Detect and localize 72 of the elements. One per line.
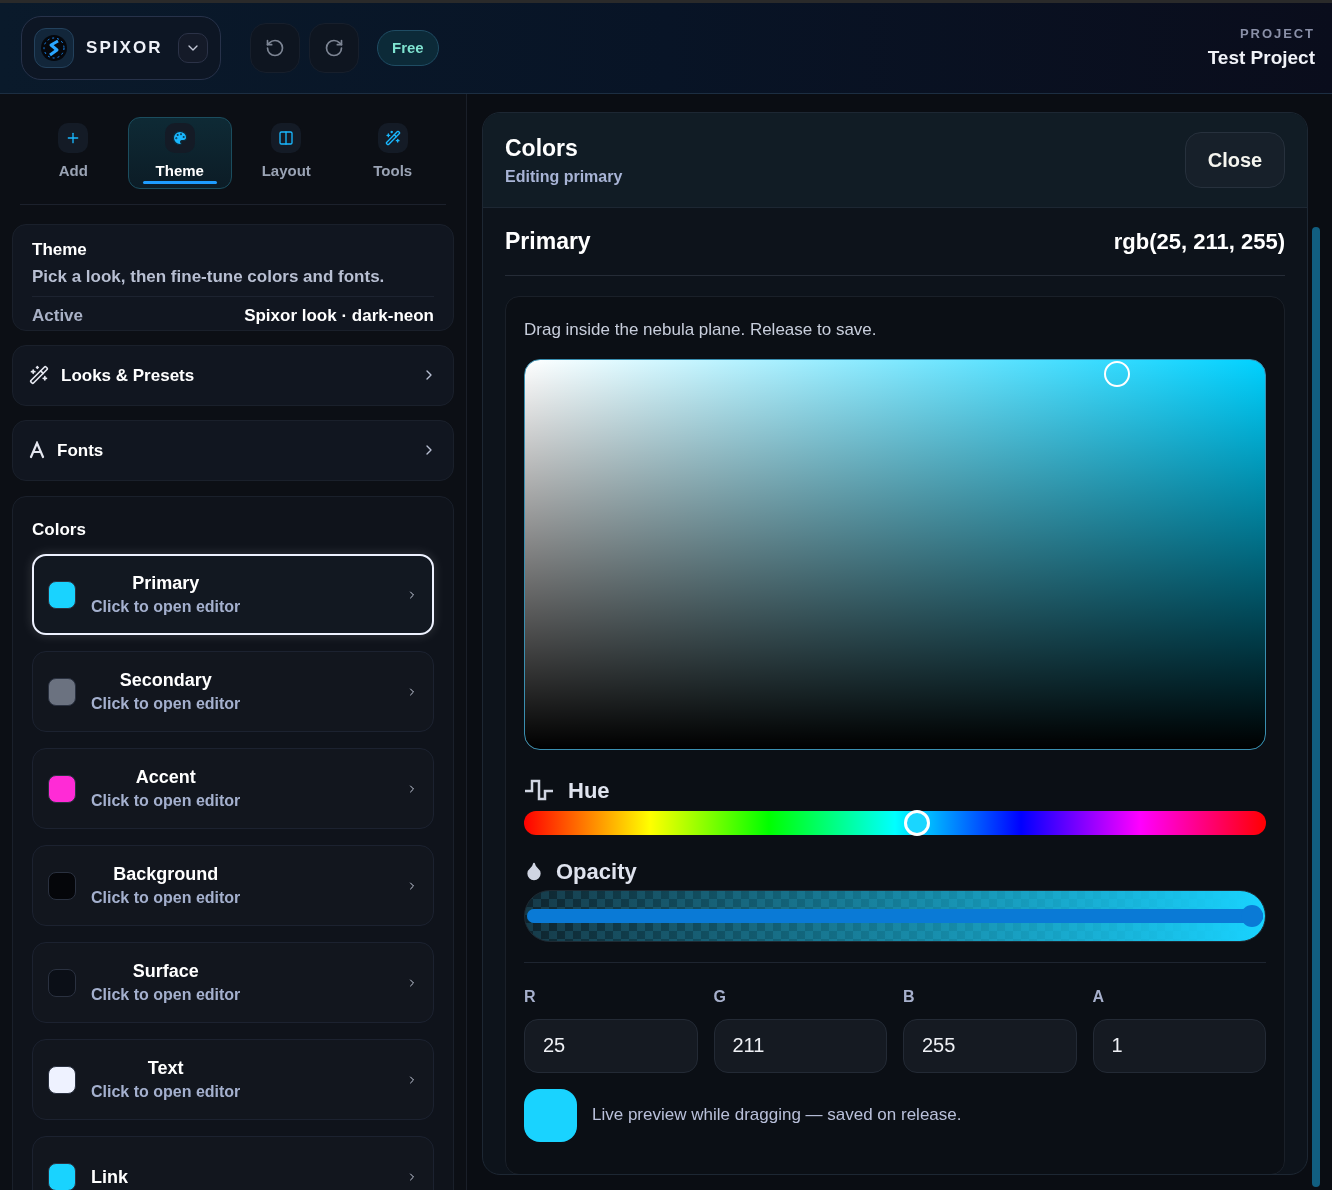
slider-thumb[interactable] — [1241, 904, 1263, 927]
card-title: Colors — [32, 518, 87, 541]
color-row[interactable]: Link — [32, 1136, 434, 1190]
sidebar-tab[interactable]: Add — [21, 117, 126, 189]
sidebar-tab[interactable]: Theme — [127, 117, 232, 189]
magic-wand-icon — [384, 130, 401, 147]
color-preview — [524, 1088, 577, 1142]
slider-thumb[interactable] — [904, 809, 931, 836]
channel-field[interactable]: 1 — [1092, 1018, 1266, 1073]
channel-label: G — [713, 986, 727, 1007]
channel-label: A — [1092, 986, 1106, 1007]
color-hint: Click to open editor — [91, 790, 241, 811]
color-hint: Click to open editor — [91, 887, 241, 908]
color-row[interactable]: Surface Click to open editor — [32, 942, 434, 1024]
color-hint: Click to open editor — [91, 693, 241, 714]
channel-field[interactable]: 255 — [903, 1018, 1077, 1073]
sidebar-tab[interactable]: Tools — [340, 117, 445, 189]
section-row[interactable]: Looks & Presets — [12, 344, 454, 406]
color-name: Secondary — [119, 668, 212, 692]
dropdown-icon[interactable] — [178, 33, 208, 63]
channel-field[interactable]: 211 — [713, 1018, 887, 1073]
color-hint: Click to open editor — [91, 1081, 241, 1102]
card-description: Pick a look, then fine-tune colors and fonts. — [32, 266, 386, 288]
letter-icon — [29, 441, 45, 460]
color-plane[interactable] — [524, 358, 1266, 750]
plane-handle[interactable] — [1103, 360, 1130, 387]
color-name: Text — [147, 1056, 184, 1080]
color-row[interactable]: Accent Click to open editor — [32, 748, 434, 830]
color-name: Accent — [135, 765, 196, 789]
pulse-icon — [524, 779, 554, 801]
columns-icon — [278, 130, 295, 147]
color-title: Primary — [505, 227, 591, 257]
project-name: Test Project — [1207, 45, 1315, 70]
opacity-label: Opacity — [556, 857, 637, 886]
undo-icon — [265, 38, 285, 58]
card-title: Theme — [32, 239, 88, 261]
palette-icon — [171, 130, 188, 147]
picker-instructions: Drag inside the nebula plane. Release to save. — [524, 319, 878, 341]
brand-menu[interactable]: SPIXOR — [21, 16, 221, 80]
color-row[interactable]: Primary Click to open editor — [32, 554, 434, 636]
plan-badge: Free — [377, 30, 439, 66]
redo-icon — [324, 38, 344, 58]
scrollbar[interactable] — [1312, 227, 1320, 1187]
magic-wand-icon — [29, 365, 49, 386]
panel-subtitle: Editing primary — [505, 167, 623, 188]
project-label: PROJECT — [1239, 25, 1315, 43]
panel-title: Colors — [505, 133, 579, 163]
color-name: Surface — [132, 959, 199, 983]
active-label: Active — [32, 304, 84, 326]
active-look: Spixor look · dark-neon — [244, 304, 434, 326]
hue-label: Hue — [568, 776, 610, 805]
section-row[interactable]: Fonts — [12, 419, 454, 481]
color-name: Primary — [132, 571, 200, 595]
hue-slider[interactable] — [524, 810, 1266, 835]
logo-icon — [34, 28, 74, 68]
color-row[interactable]: Text Click to open editor — [32, 1039, 434, 1121]
redo-button[interactable] — [309, 23, 359, 73]
color-name: Background — [113, 862, 219, 886]
color-value: rgb(25, 211, 255) — [1113, 228, 1285, 256]
color-hint: Click to open editor — [91, 596, 241, 617]
color-name: Link — [91, 1165, 128, 1189]
channel-label: B — [903, 986, 916, 1007]
color-row[interactable]: Secondary Click to open editor — [32, 651, 434, 733]
brand-name: SPIXOR — [86, 37, 163, 60]
sidebar-tab[interactable]: Layout — [234, 117, 339, 189]
color-hint: Click to open editor — [91, 984, 241, 1005]
undo-button[interactable] — [250, 23, 300, 73]
preview-note: Live preview while dragging — saved on release. — [592, 1104, 962, 1127]
channel-label: R — [524, 986, 537, 1007]
channel-field[interactable]: 25 — [524, 1018, 698, 1073]
color-row[interactable]: Background Click to open editor — [32, 845, 434, 927]
close-button[interactable]: Close — [1185, 132, 1285, 188]
